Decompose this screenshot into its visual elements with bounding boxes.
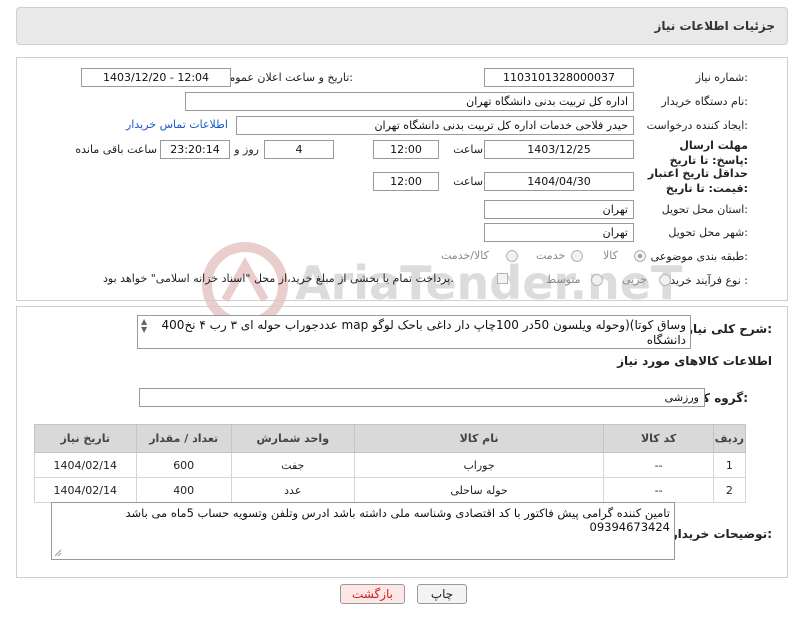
time-remaining-field: 23:20:14 (160, 140, 230, 159)
col-header-index: ردیف (712, 424, 747, 453)
cell-code: -- (603, 452, 714, 478)
general-desc-text: 400عددجوراب حوله ای ۳ رب ۴ نخ map وساق ک… (161, 318, 686, 347)
day-and-label: روز و (234, 143, 259, 156)
validity-time-field: 12:00 (373, 172, 439, 191)
panel-title: جزئیات اطلاعات نیاز (654, 19, 775, 33)
cell-qty: 600 (135, 452, 232, 478)
cell-date: 1404/02/14 (34, 477, 137, 503)
panel-header: جزئیات اطلاعات نیاز (16, 7, 788, 45)
category-label-goods: کالا (603, 249, 618, 262)
validity-time-label: ساعت (453, 175, 483, 188)
category-radio-goods[interactable] (634, 250, 646, 262)
validity-date-field: 1404/04/30 (484, 172, 634, 191)
treasury-checkbox[interactable] (497, 273, 508, 284)
col-header-unit: واحد شمارش (230, 424, 355, 453)
cell-unit: جفت (230, 452, 355, 478)
announce-datetime-field: 1403/12/20 - 12:04 (81, 68, 231, 87)
cell-name: حوله ساحلی (353, 477, 605, 503)
purchase-label-minor: جزیی (622, 273, 648, 286)
reply-deadline-label: مهلت ارسال پاسخ: تا تاریخ: (669, 139, 748, 167)
buyer-notes-box[interactable]: تامین کننده گرامی پیش فاکتور با کد اقتصا… (51, 502, 675, 560)
cell-index: 2 (712, 477, 747, 503)
buyer-notes-label: توضیحات خریدار: (670, 527, 772, 541)
goods-info-heading: اطلاعات کالاهای مورد نیاز (617, 354, 772, 368)
table-row: 1404/02/14 400 عدد حوله ساحلی -- 2 (34, 477, 747, 503)
buyer-org-field: اداره کل تربیت بدنی دانشگاه تهران (185, 92, 634, 111)
delivery-city-field: تهران (484, 223, 634, 242)
subject-category-label: طبقه بندی موضوعی: (650, 250, 748, 263)
treasury-note: پرداخت تمام یا بخشی از مبلغ خرید،از محل … (103, 272, 454, 285)
col-header-qty: تعداد / مقدار (135, 424, 232, 453)
buyer-org-label: نام دستگاه خریدار: (661, 95, 748, 108)
price-validity-label: حداقل تاریخ اعتبار قیمت: تا تاریخ: (647, 167, 748, 195)
delivery-province-field: تهران (484, 200, 634, 219)
reply-time-label: ساعت (453, 143, 483, 156)
buyer-notes-text: تامین کننده گرامی پیش فاکتور با کد اقتصا… (125, 506, 670, 534)
scroll-arrows-icon[interactable]: ▲ ▼ (141, 318, 147, 334)
remaining-time-label: ساعت باقی مانده (75, 143, 157, 156)
cell-code: -- (603, 477, 714, 503)
purchase-type-label: نوع فرآیند خرید : (670, 274, 748, 287)
purchase-radio-minor[interactable] (659, 274, 671, 286)
table-row: 1404/02/14 600 جفت جوراب -- 1 (34, 452, 747, 478)
goods-group-field: ورزشی (139, 388, 705, 407)
cell-date: 1404/02/14 (34, 452, 137, 478)
cell-unit: عدد (230, 477, 355, 503)
category-label-goods-service: کالا/خدمت (441, 249, 489, 262)
buyer-contact-link[interactable]: اطلاعات تماس خریدار (126, 118, 228, 131)
days-remaining-field: 4 (264, 140, 334, 159)
print-button[interactable]: چاپ (417, 584, 467, 604)
general-desc-box[interactable]: 400عددجوراب حوله ای ۳ رب ۴ نخ map وساق ک… (137, 315, 691, 349)
delivery-city-label: شهر محل تحویل: (668, 226, 748, 239)
reply-time-field: 12:00 (373, 140, 439, 159)
back-button[interactable]: بازگشت (340, 584, 405, 604)
category-radio-service[interactable] (571, 250, 583, 262)
cell-index: 1 (712, 452, 747, 478)
col-header-date: تاریخ نیاز (34, 424, 137, 453)
delivery-province-label: استان محل تحویل: (661, 203, 748, 216)
cell-name: جوراب (353, 452, 605, 478)
category-label-service: خدمت (536, 249, 566, 262)
reply-date-field: 1403/12/25 (484, 140, 634, 159)
need-number-field: 1103101328000037 (484, 68, 634, 87)
requester-label: ایجاد کننده درخواست: (646, 119, 748, 132)
purchase-radio-medium[interactable] (591, 274, 603, 286)
requester-field: حیدر فلاحی خدمات اداره کل تربیت بدنی دان… (236, 116, 634, 135)
purchase-label-medium: متوسط (546, 273, 581, 286)
general-desc-label: شرح کلی نیاز: (686, 322, 772, 336)
col-header-code: کد کالا (603, 424, 714, 453)
cell-qty: 400 (135, 477, 232, 503)
need-number-label: شماره نیاز: (695, 71, 748, 84)
resize-grip-icon[interactable] (54, 549, 62, 557)
announce-datetime-label: تاریخ و ساعت اعلان عمومی: (220, 71, 353, 84)
category-radio-goods-service[interactable] (506, 250, 518, 262)
goods-table: تاریخ نیاز تعداد / مقدار واحد شمارش نام … (34, 424, 747, 503)
col-header-name: نام کالا (353, 424, 605, 453)
